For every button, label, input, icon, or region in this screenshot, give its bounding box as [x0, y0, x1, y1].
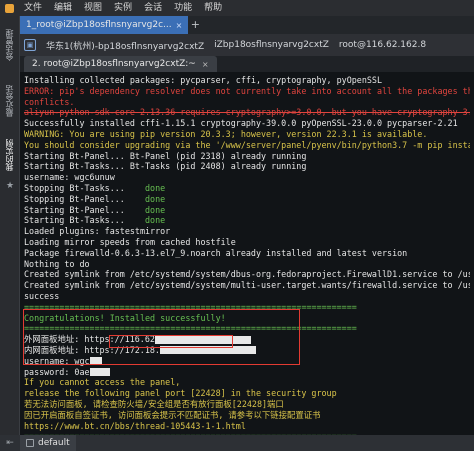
close-icon[interactable]: × [202, 60, 209, 69]
session-info-bar: ▣ 华东1(杭州)-bp18osflnsnyarvg2cxtZ iZbp18os… [20, 34, 474, 56]
add-tab-button[interactable]: + [188, 16, 202, 34]
terminal-line: success [24, 290, 60, 301]
profile-label: default [38, 438, 70, 448]
terminal-line: Starting Bt-Tasks... Bt-Tasks (pid 2408)… [24, 161, 307, 172]
close-icon[interactable]: × [176, 21, 183, 30]
session-region[interactable]: 华东1(杭州)-bp18osflnsnyarvg2cxtZ [46, 39, 204, 52]
session-host[interactable]: iZbp18osflnsnyarvg2cxtZ [214, 40, 329, 50]
menu-view[interactable]: 视图 [78, 0, 108, 16]
terminal-line: password: 0ae [24, 367, 470, 378]
profile-tag[interactable]: default [20, 435, 76, 451]
terminal-icon [26, 439, 34, 447]
terminal-line: Created symlink from /etc/systemd/system… [24, 269, 470, 280]
tab-terminal-2[interactable]: 2. root@iZbp18osflnsnyarvg2cxtZ:~ × [24, 56, 217, 72]
tab-session-1[interactable]: 1_root@iZbp18osflnsnyarvg2c... × [20, 16, 189, 34]
terminal-line: release the following panel port [22428]… [24, 388, 337, 399]
terminal-lines: Installing collected packages: pycparser… [24, 75, 470, 435]
terminal-line: Installing collected packages: pycparser… [24, 75, 382, 85]
server-icon: ▣ [24, 39, 36, 51]
redacted-block [89, 368, 110, 377]
tab-session-1-label: 1_root@iZbp18osflnsnyarvg2c... [26, 20, 172, 30]
session-user-ip[interactable]: root@116.62.162.8 [339, 40, 426, 50]
terminal-line: If you cannot access the panel, [24, 377, 181, 388]
menu-instance[interactable]: 实例 [108, 0, 138, 16]
terminal-output[interactable]: Installing collected packages: pycparser… [20, 72, 474, 435]
star-icon: ★ [5, 181, 15, 191]
terminal-line: Starting Bt-Tasks... done [24, 215, 166, 226]
sidebar-item-recent-sessions[interactable]: 最近会话 [2, 76, 18, 126]
terminal-line: https://www.bt.cn/bbs/thread-105443-1-1.… [24, 420, 246, 431]
sidebar-item-session-manager[interactable]: 会话管理 [2, 20, 18, 70]
terminal-line: You should consider upgrading via the '/… [24, 139, 470, 150]
terminal-line: 若无法访问面板, 请检查防火墙/安全组是否有放行面板[22428]端口 [24, 398, 284, 409]
status-bar: ⇤ default [0, 435, 474, 451]
terminal-line: aliyun-python-sdk-core 2.13.36 requires … [24, 107, 470, 118]
terminal-line: conflicts. [24, 96, 75, 107]
terminal-line: ERROR: pip's dependency resolver does no… [24, 85, 470, 96]
menu-function[interactable]: 功能 [168, 0, 198, 16]
terminal-line: Starting Bt-Panel... Bt-Panel (pid 2318)… [24, 150, 307, 161]
panel-info-highlight-box [23, 309, 300, 365]
terminal-line: username: wgc6unuw [24, 172, 115, 183]
terminal-line: Stopping Bt-Tasks... done [24, 182, 166, 193]
menu-session[interactable]: 会话 [138, 0, 168, 16]
terminal-line: Nothing to do [24, 258, 90, 269]
window-tab-bar: 1_root@iZbp18osflnsnyarvg2c... × + [20, 16, 474, 34]
terminal-line: 因已开启面板自签证书, 访问面板会提示不匹配证书, 请参考以下链接配置证书 [24, 409, 321, 420]
terminal-line: Starting Bt-Panel... done [24, 204, 166, 215]
sidebar-item-my-instances[interactable]: 我的实例 [2, 132, 18, 178]
terminal-line: Successfully installed cffi-1.15.1 crypt… [24, 118, 458, 129]
app-logo-icon [0, 0, 18, 16]
menu-help[interactable]: 帮助 [198, 0, 228, 16]
menu-file[interactable]: 文件 [18, 0, 48, 16]
terminal-line: WARNING: You are using pip version 20.3.… [24, 128, 428, 139]
tab-terminal-2-label: 2. root@iZbp18osflnsnyarvg2cxtZ:~ [32, 59, 196, 69]
terminal-tab-bar: 2. root@iZbp18osflnsnyarvg2cxtZ:~ × [20, 56, 474, 72]
collapse-icon[interactable]: ⇤ [0, 435, 20, 451]
terminal-line: Created symlink from /etc/systemd/system… [24, 280, 470, 291]
terminal-line: Stopping Bt-Panel... done [24, 193, 166, 204]
terminal-line: Loading mirror speeds from cached hostfi… [24, 236, 236, 247]
left-sidebar: 会话管理 最近会话 我的实例 ★ [0, 16, 20, 435]
terminal-line: Loaded plugins: fastestmirror [24, 226, 171, 237]
menu-edit[interactable]: 编辑 [48, 0, 78, 16]
menu-bar: 文件 编辑 视图 实例 会话 功能 帮助 [0, 0, 474, 16]
terminal-line: Package firewalld-0.6.3-13.el7_9.noarch … [24, 247, 408, 258]
